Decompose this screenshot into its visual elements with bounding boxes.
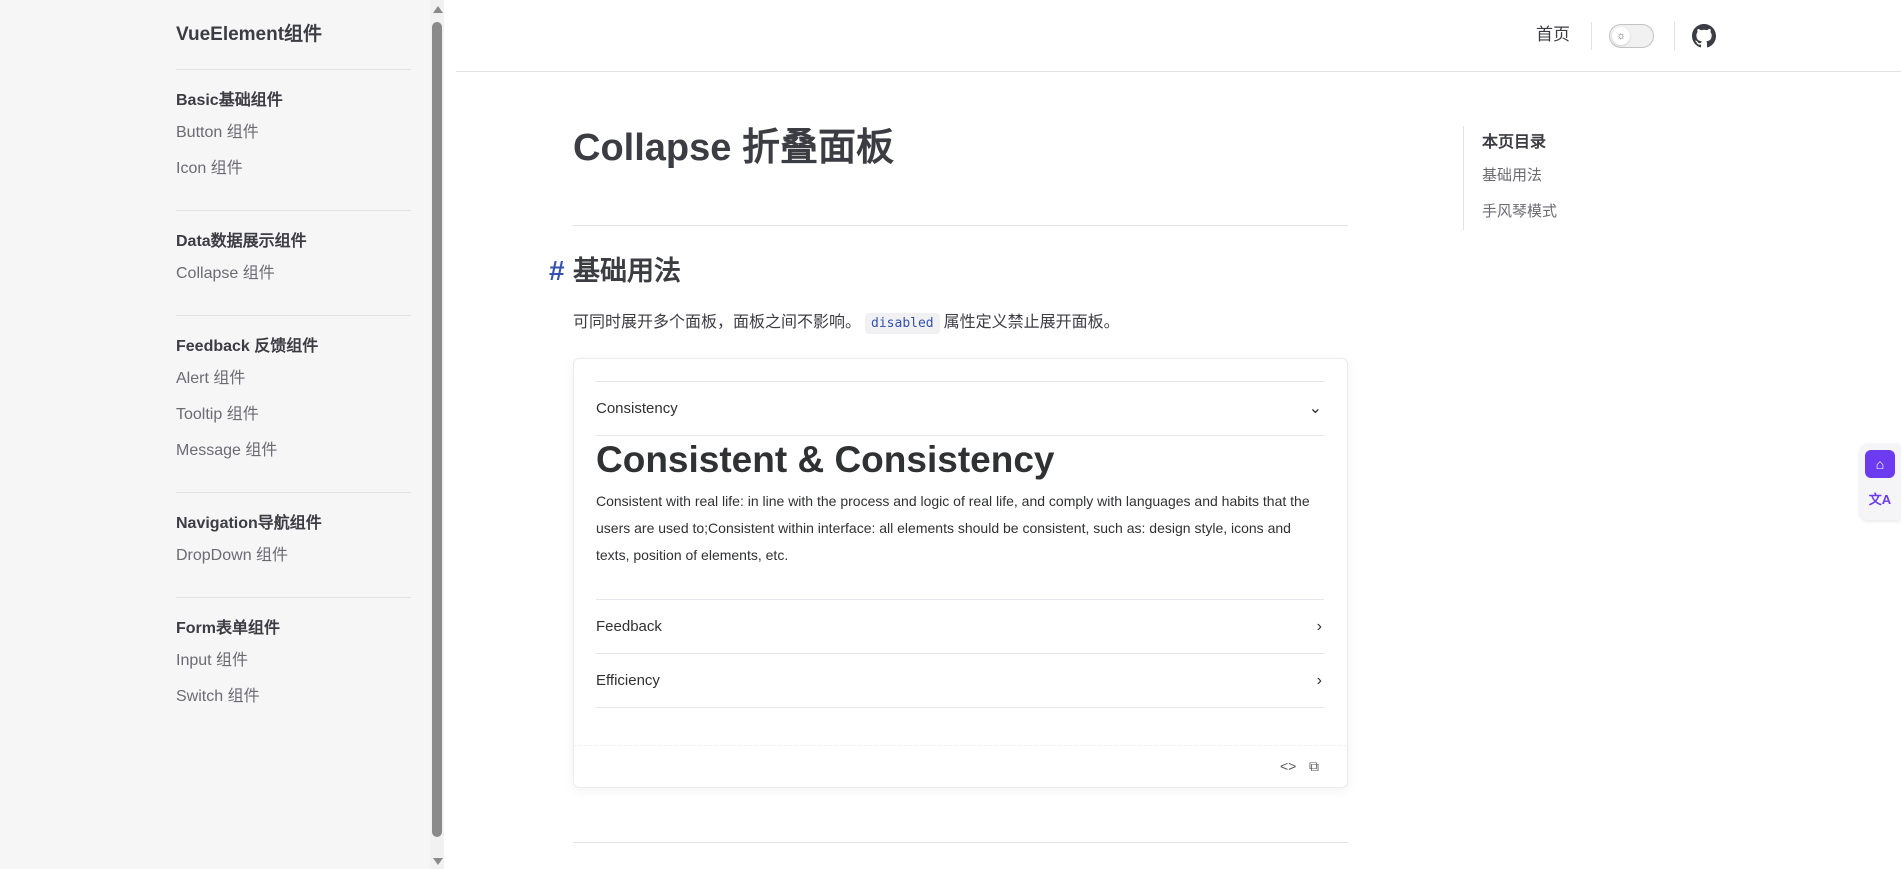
- page-title: Collapse 折叠面板: [573, 127, 894, 169]
- demo-footer: <> ⧉: [574, 745, 1347, 787]
- outline-title: 本页目录: [1482, 134, 1547, 151]
- divider: [573, 225, 1348, 226]
- nav-home-link[interactable]: 首页: [1536, 22, 1570, 48]
- collapse-header-feedback[interactable]: Feedback ›: [596, 600, 1324, 653]
- site-title[interactable]: VueElement组件: [176, 22, 411, 70]
- chevron-right-icon: ›: [1316, 672, 1322, 689]
- scroll-up-arrow-icon[interactable]: [433, 6, 443, 13]
- demo-box: Consistency ⌄ Consistent & Consistency C…: [573, 358, 1348, 788]
- chat-icon[interactable]: ⌂: [1865, 450, 1895, 478]
- scroll-down-arrow-icon[interactable]: [433, 858, 443, 865]
- heading-anchor-link[interactable]: #: [549, 253, 565, 289]
- outline-item-accordion[interactable]: 手风琴模式: [1482, 194, 1703, 230]
- sidebar-group-title: Data数据展示组件: [176, 233, 307, 250]
- collapse-content: Consistent & Consistency Consistent with…: [596, 435, 1324, 599]
- desc-text: 属性定义禁止展开面板。: [943, 314, 1120, 331]
- collapse-title: Consistency: [596, 400, 678, 417]
- collapse-header-consistency[interactable]: Consistency ⌄: [596, 382, 1324, 435]
- theme-toggle[interactable]: ☼: [1609, 24, 1654, 48]
- nav-divider: [1674, 22, 1675, 50]
- sidebar-group-navigation: Navigation导航组件 DropDown 组件: [176, 493, 411, 598]
- collapse-content-title: Consistent & Consistency: [596, 439, 1055, 480]
- inline-code: disabled: [865, 313, 940, 334]
- sidebar-group-title: Basic基础组件: [176, 92, 283, 109]
- sun-icon: ☼: [1612, 27, 1630, 45]
- section-description: 可同时展开多个面板，面板之间不影响。 disabled 属性定义禁止展开面板。: [573, 311, 1120, 336]
- translate-icon[interactable]: 文A: [1865, 486, 1895, 514]
- chevron-down-icon: ⌄: [1308, 400, 1322, 417]
- sidebar-group-basic: Basic基础组件 Button 组件 Icon 组件: [176, 70, 411, 211]
- sidebar-item-dropdown[interactable]: DropDown 组件: [176, 543, 411, 579]
- sidebar-item-icon[interactable]: Icon 组件: [176, 156, 411, 192]
- collapse-item: Feedback ›: [596, 600, 1324, 654]
- sidebar-group-data: Data数据展示组件 Collapse 组件: [176, 211, 411, 316]
- top-navbar: 首页 ☼: [456, 0, 1901, 72]
- sidebar-item-alert[interactable]: Alert 组件: [176, 366, 411, 402]
- sidebar-group-title: Navigation导航组件: [176, 515, 322, 532]
- collapse-header-efficiency[interactable]: Efficiency ›: [596, 654, 1324, 707]
- sidebar-item-button[interactable]: Button 组件: [176, 120, 411, 156]
- nav-divider: [1591, 22, 1592, 50]
- collapse-title: Efficiency: [596, 672, 660, 689]
- sidebar-item-collapse[interactable]: Collapse 组件: [176, 261, 411, 297]
- sidebar-item-tooltip[interactable]: Tooltip 组件: [176, 402, 411, 438]
- collapse-item: Efficiency ›: [596, 654, 1324, 708]
- sidebar-nav: VueElement组件 Basic基础组件 Button 组件 Icon 组件…: [176, 0, 411, 738]
- section-heading: 基础用法: [573, 256, 681, 286]
- scroll-thumb[interactable]: [432, 22, 442, 837]
- divider: [573, 842, 1348, 843]
- github-icon[interactable]: [1692, 24, 1716, 48]
- sidebar-group-title: Form表单组件: [176, 620, 281, 637]
- page-outline: 本页目录 基础用法 手风琴模式: [1463, 126, 1703, 230]
- sidebar-group-feedback: Feedback 反馈组件 Alert 组件 Tooltip 组件 Messag…: [176, 316, 411, 493]
- collapse-item: Consistency ⌄ Consistent & Consistency C…: [596, 382, 1324, 600]
- outline-item-basic[interactable]: 基础用法: [1482, 158, 1703, 194]
- sidebar-scrollbar[interactable]: [430, 0, 444, 869]
- collapse-content-text: Consistent with real life: in line with …: [596, 493, 1310, 563]
- sidebar-group-form: Form表单组件 Input 组件 Switch 组件: [176, 598, 411, 738]
- sidebar: VueElement组件 Basic基础组件 Button 组件 Icon 组件…: [0, 0, 430, 869]
- sidebar-group-title: Feedback 反馈组件: [176, 338, 319, 355]
- code-icon[interactable]: <>: [1280, 758, 1296, 774]
- sidebar-item-switch[interactable]: Switch 组件: [176, 684, 411, 720]
- chevron-right-icon: ›: [1316, 618, 1322, 635]
- copy-icon[interactable]: ⧉: [1309, 758, 1319, 775]
- collapse-title: Feedback: [596, 618, 662, 635]
- sidebar-item-message[interactable]: Message 组件: [176, 438, 411, 474]
- desc-text: 可同时展开多个面板，面板之间不影响。: [573, 314, 862, 331]
- floating-widget: ⌂ 文A: [1860, 444, 1900, 520]
- collapse: Consistency ⌄ Consistent & Consistency C…: [596, 381, 1324, 708]
- sidebar-item-input[interactable]: Input 组件: [176, 648, 411, 684]
